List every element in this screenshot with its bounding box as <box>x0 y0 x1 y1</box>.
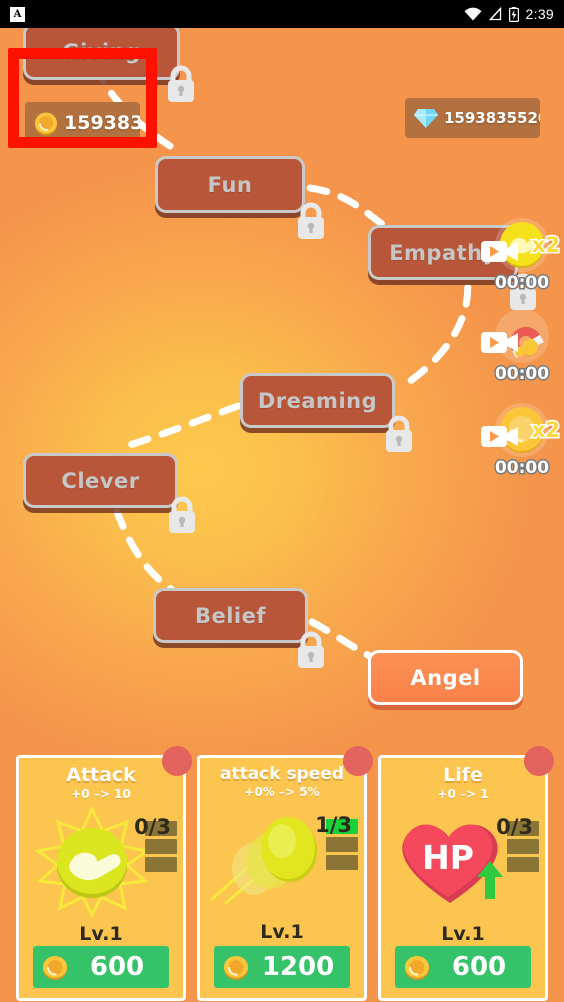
lock-icon-giving <box>168 65 194 102</box>
upgrade-pip-stack: 0/3 <box>496 815 539 875</box>
skill-node-belief[interactable]: Belief <box>153 588 308 643</box>
skill-node-label: Belief <box>194 603 267 628</box>
upgrade-delta: +0% –> 5% <box>244 785 320 799</box>
reward-icon-wrap: x2 <box>481 215 562 275</box>
notification-dot <box>162 746 192 776</box>
gold-coin-icon <box>224 956 248 980</box>
upgrade-card-attack[interactable]: Attack +0 –> 10 0/3 Lv.1 600 <box>16 746 192 1001</box>
app-notification-icon: A <box>10 6 25 22</box>
reward-coin-double[interactable]: x2 00:00 <box>481 400 562 480</box>
reward-icon-wrap <box>481 306 552 366</box>
upgrade-price: 600 <box>451 952 507 982</box>
gold-coin-icon <box>35 112 57 135</box>
skill-node-giving[interactable]: Giving <box>23 28 180 80</box>
lock-icon-dreaming <box>386 415 412 452</box>
signal-no-service-icon <box>488 7 502 21</box>
battery-charging-icon <box>508 6 519 22</box>
reward-icon-wrap: x2 <box>481 400 562 460</box>
reward-timer: 00:00 <box>493 272 550 295</box>
status-bar: A 2:39 <box>0 0 564 28</box>
upgrade-title: attack speed <box>219 764 344 784</box>
upgrade-title: Life <box>443 764 483 786</box>
upgrade-delta: +0 –> 10 <box>71 787 131 801</box>
upgrade-level: Lv.1 <box>79 923 123 945</box>
skill-node-dreaming[interactable]: Dreaming <box>240 373 395 428</box>
upgrade-pip <box>326 837 358 852</box>
video-play-icon[interactable] <box>480 422 522 450</box>
upgrade-pip <box>326 855 358 870</box>
upgrade-title: Attack <box>66 764 136 786</box>
gold-coin-icon <box>405 956 429 980</box>
gem-value: 1593835520 <box>444 109 540 127</box>
upgrade-pip <box>145 857 177 872</box>
upgrade-art: 0/3 <box>19 803 183 921</box>
upgrade-price: 600 <box>89 952 145 982</box>
skill-node-label: Clever <box>61 468 140 493</box>
gem-currency-bar[interactable]: 1593835520 + <box>405 98 540 138</box>
wifi-icon <box>464 7 482 21</box>
upgrade-pip-count: 0/3 <box>134 815 171 839</box>
upgrade-card-row: Attack +0 –> 10 0/3 Lv.1 600 attack spee… <box>0 746 564 1002</box>
video-play-icon[interactable] <box>480 328 522 356</box>
reward-multiplier: x2 <box>530 417 561 444</box>
upgrade-pip <box>507 839 539 854</box>
upgrade-delta: +0 –> 1 <box>437 787 489 801</box>
status-bar-right: 2:39 <box>464 6 554 22</box>
skill-node-label: Fun <box>207 172 253 197</box>
upgrade-pip <box>507 857 539 872</box>
upgrade-art: HP 0/3 <box>381 803 545 921</box>
lock-icon-fun <box>298 202 324 239</box>
reward-timer: 00:00 <box>493 457 550 480</box>
upgrade-card-life[interactable]: Life +0 –> 1 HP 0/3 Lv.1 600 <box>378 746 554 1001</box>
upgrade-price: 1200 <box>261 952 335 982</box>
gold-coin-icon <box>43 956 67 980</box>
lock-icon-belief <box>298 631 324 668</box>
upgrade-level: Lv.1 <box>441 923 485 945</box>
upgrade-level: Lv.1 <box>260 921 304 943</box>
upgrade-pip-stack: 1/3 <box>315 813 358 873</box>
reward-multiplier: x2 <box>530 232 561 259</box>
upgrade-pip <box>145 839 177 854</box>
skill-node-clever[interactable]: Clever <box>23 453 178 508</box>
skill-node-label: Dreaming <box>257 388 378 413</box>
reward-power-boost[interactable]: x2 00:00 <box>481 215 562 295</box>
lock-icon-clever <box>169 496 195 533</box>
upgrade-buy-button[interactable]: 1200 <box>214 946 350 988</box>
gold-currency-bar[interactable]: 1593835520 <box>25 102 140 143</box>
game-canvas: Giving Fun Empathy Dreaming Clever Belie… <box>0 28 564 1002</box>
skill-node-angel[interactable]: Angel <box>368 650 523 705</box>
upgrade-art: 1/3 <box>200 801 364 919</box>
skill-node-label: Giving <box>62 39 141 64</box>
reward-timer: 00:00 <box>493 363 550 386</box>
notification-dot <box>343 746 373 776</box>
diamond-gem-icon <box>414 109 438 128</box>
reward-coin-magnet[interactable]: 00:00 <box>481 306 558 386</box>
upgrade-card-attack-speed[interactable]: attack speed +0% –> 5% 1/3 Lv.1 1200 <box>197 746 373 1001</box>
svg-text:HP: HP <box>422 838 474 877</box>
upgrade-pip-count: 1/3 <box>315 813 352 837</box>
upgrade-buy-button[interactable]: 600 <box>395 946 531 988</box>
status-bar-left: A <box>10 6 25 22</box>
status-bar-clock: 2:39 <box>525 6 554 22</box>
upgrade-pip-count: 0/3 <box>496 815 533 839</box>
notification-dot <box>524 746 554 776</box>
upgrade-pip-stack: 0/3 <box>134 815 177 875</box>
upgrade-buy-button[interactable]: 600 <box>33 946 169 988</box>
video-play-icon[interactable] <box>480 237 522 265</box>
skill-node-label: Angel <box>410 665 481 690</box>
skill-node-fun[interactable]: Fun <box>155 156 305 213</box>
gold-value: 1593835520 <box>64 111 140 134</box>
